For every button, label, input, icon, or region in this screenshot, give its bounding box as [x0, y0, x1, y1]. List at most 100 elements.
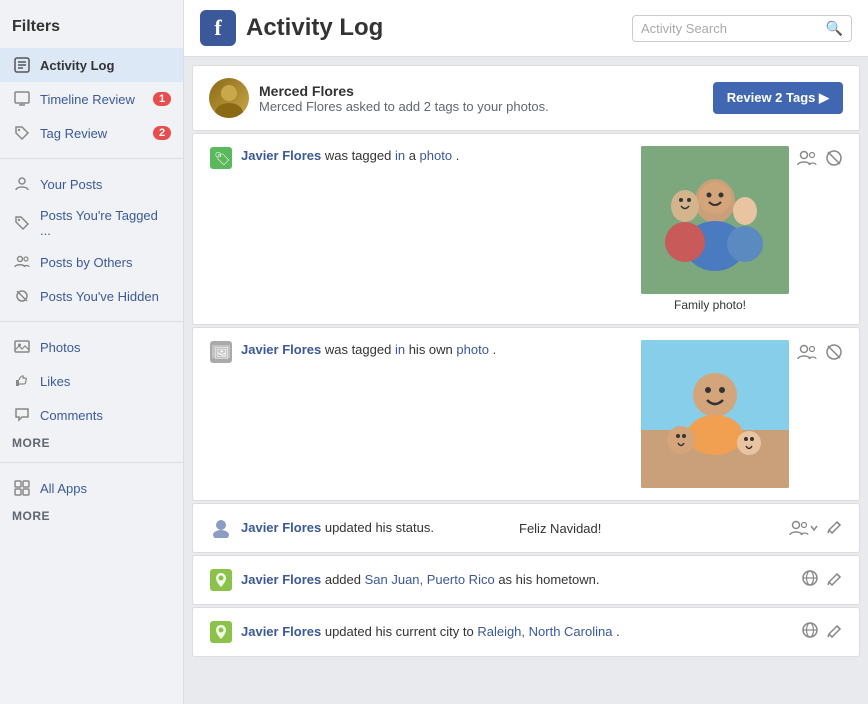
- facebook-logo: f: [200, 10, 236, 46]
- sidebar-divider-1: [0, 158, 183, 159]
- your-posts-icon: [12, 174, 32, 194]
- tag-review-info: Merced Flores Merced Flores asked to add…: [259, 83, 713, 114]
- main-layout: Filters Activity Log Timeline Review 1: [0, 0, 868, 704]
- tag-photo-icon: 🖼: [209, 340, 233, 364]
- activity-text: Javier Flores added San Juan, Puerto Ric…: [241, 570, 789, 590]
- block-icon: [825, 343, 843, 366]
- sidebar-title: Filters: [0, 10, 183, 48]
- activity-controls: [797, 148, 843, 173]
- content-area: f Activity Log 🔍: [184, 0, 868, 704]
- app-container: Filters Activity Log Timeline Review 1: [0, 0, 868, 704]
- sidebar-more-1[interactable]: MORE: [0, 432, 183, 454]
- posts-by-others-icon: [12, 252, 32, 272]
- sidebar-divider-2: [0, 321, 183, 322]
- user-name-link[interactable]: Javier Flores: [241, 342, 321, 357]
- sidebar-divider-3: [0, 462, 183, 463]
- edit-icon[interactable]: [827, 570, 843, 591]
- timeline-review-icon: [12, 89, 32, 109]
- search-input[interactable]: [641, 21, 826, 36]
- likes-icon: [12, 371, 32, 391]
- timeline-review-badge: 1: [153, 92, 171, 106]
- sidebar-item-label: Photos: [40, 340, 171, 355]
- search-box[interactable]: 🔍: [632, 15, 852, 42]
- svg-text:🖼: 🖼: [214, 346, 229, 360]
- sidebar-item-activity-log[interactable]: Activity Log: [0, 48, 183, 82]
- activity-text: Javier Flores updated his current city t…: [241, 622, 789, 642]
- sidebar-item-timeline-review[interactable]: Timeline Review 1: [0, 82, 183, 116]
- user-name-link[interactable]: Javier Flores: [241, 624, 321, 639]
- photos-icon: [12, 337, 32, 357]
- sidebar-item-label: Your Posts: [40, 177, 171, 192]
- sidebar-item-likes[interactable]: Likes: [0, 364, 183, 398]
- sidebar-item-label: Posts You've Hidden: [40, 289, 171, 304]
- content-header: f Activity Log 🔍: [184, 0, 868, 57]
- photo-caption: Family photo!: [674, 294, 746, 312]
- friends-dropdown-icon[interactable]: [789, 518, 819, 538]
- tag-review-banner: Merced Flores Merced Flores asked to add…: [192, 65, 860, 131]
- map-icon: [209, 568, 233, 592]
- activity-photo: [641, 340, 789, 488]
- tag-review-description: Merced Flores asked to add 2 tags to you…: [259, 99, 713, 114]
- friends-icon: [797, 148, 817, 173]
- sidebar-item-comments[interactable]: Comments: [0, 398, 183, 432]
- activity-text: Javier Flores was tagged in his own phot…: [241, 340, 631, 360]
- activity-log-icon: [12, 55, 32, 75]
- sidebar-item-label: Tag Review: [40, 126, 153, 141]
- tag-review-avatar: [209, 78, 249, 118]
- sidebar-item-posts-hidden[interactable]: Posts You've Hidden: [0, 279, 183, 313]
- activity-text: Javier Flores updated his status.: [241, 518, 499, 538]
- sidebar-item-label: Posts by Others: [40, 255, 171, 270]
- posts-tagged-icon: [12, 213, 32, 233]
- all-apps-icon: [12, 478, 32, 498]
- sidebar-item-label: Comments: [40, 408, 171, 423]
- comments-icon: [12, 405, 32, 425]
- activity-controls: [801, 569, 843, 592]
- map-icon-2: [209, 620, 233, 644]
- photo-container: Family photo!: [631, 146, 789, 312]
- activity-item: Javier Flores added San Juan, Puerto Ric…: [192, 555, 860, 605]
- activity-item: 🏷 Javier Flores was tagged in a photo .: [192, 133, 860, 325]
- activity-controls: [801, 621, 843, 644]
- sidebar-item-label: Likes: [40, 374, 171, 389]
- friends-icon: [797, 342, 817, 367]
- sidebar-item-label: Timeline Review: [40, 92, 153, 107]
- sidebar-item-your-posts[interactable]: Your Posts: [0, 167, 183, 201]
- svg-text:🏷: 🏷: [214, 151, 231, 166]
- tag-review-name: Merced Flores: [259, 83, 713, 99]
- sidebar-item-tag-review[interactable]: Tag Review 2: [0, 116, 183, 150]
- activity-controls: [789, 518, 843, 539]
- sidebar-item-photos[interactable]: Photos: [0, 330, 183, 364]
- sidebar-item-label: Activity Log: [40, 58, 171, 73]
- edit-icon[interactable]: [827, 518, 843, 539]
- location-link[interactable]: San Juan, Puerto Rico: [365, 572, 495, 587]
- sidebar-more-2[interactable]: MORE: [0, 505, 183, 527]
- user-name-link[interactable]: Javier Flores: [241, 572, 321, 587]
- user-name-link[interactable]: Javier Flores: [241, 520, 321, 535]
- user-name-link[interactable]: Javier Flores: [241, 148, 321, 163]
- sidebar-item-all-apps[interactable]: All Apps: [0, 471, 183, 505]
- activity-item: 🖼 Javier Flores was tagged in his own ph…: [192, 327, 860, 501]
- tag-review-icon: [12, 123, 32, 143]
- content-header-left: f Activity Log: [200, 10, 383, 46]
- sidebar-item-posts-by-others[interactable]: Posts by Others: [0, 245, 183, 279]
- sidebar-item-posts-tagged[interactable]: Posts You're Tagged ...: [0, 201, 183, 245]
- status-text: Feliz Navidad!: [499, 521, 777, 536]
- activity-feed: Merced Flores Merced Flores asked to add…: [184, 57, 868, 704]
- tag-review-badge: 2: [153, 126, 171, 140]
- page-title: Activity Log: [246, 14, 383, 42]
- posts-hidden-icon: [12, 286, 32, 306]
- activity-controls: [797, 342, 843, 367]
- sidebar-item-label: All Apps: [40, 481, 171, 496]
- profile-icon: [209, 516, 233, 540]
- search-icon: 🔍: [826, 20, 843, 37]
- globe-icon: [801, 569, 819, 592]
- activity-item: Javier Flores updated his status. Feliz …: [192, 503, 860, 553]
- sidebar: Filters Activity Log Timeline Review 1: [0, 0, 184, 704]
- globe-icon-2: [801, 621, 819, 644]
- review-tags-button[interactable]: Review 2 Tags ▶: [713, 82, 843, 114]
- activity-photo: [641, 146, 789, 294]
- edit-icon-2[interactable]: [827, 622, 843, 643]
- location-link-2[interactable]: Raleigh, North Carolina: [477, 624, 612, 639]
- activity-item: Javier Flores updated his current city t…: [192, 607, 860, 657]
- tag-green-icon: 🏷: [209, 146, 233, 170]
